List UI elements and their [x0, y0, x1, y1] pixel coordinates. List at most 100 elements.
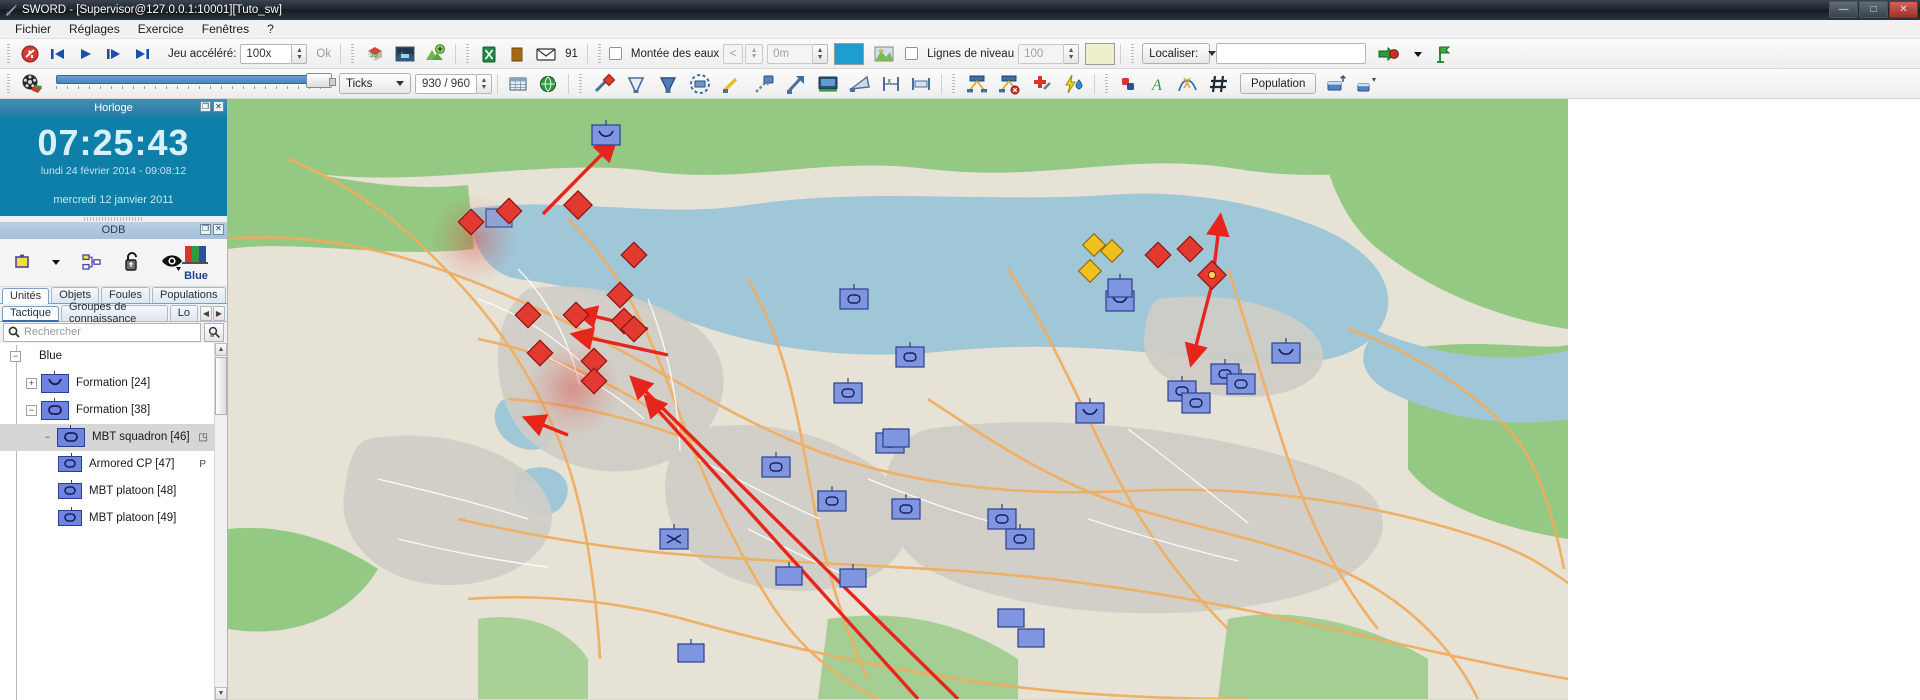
tree-item-armored-cp-47[interactable]: Armored CP [47] P — [0, 451, 214, 478]
tree-item-formation-38[interactable]: − Formation [38] — [0, 397, 214, 424]
unit-group-icon[interactable] — [962, 72, 992, 96]
maximize-button[interactable]: □ — [1859, 1, 1888, 18]
toolbar-grip-5[interactable] — [1130, 44, 1136, 64]
film-reel-icon[interactable] — [17, 72, 49, 96]
toolbar-grip-4[interactable] — [597, 44, 603, 64]
clock-panel-close-button[interactable]: ✕ — [213, 101, 224, 112]
play-icon[interactable] — [73, 42, 99, 66]
layer-up-icon[interactable] — [1322, 72, 1350, 96]
book-icon[interactable] — [504, 42, 530, 66]
tick-value[interactable]: 930 / 960 — [415, 74, 477, 94]
screen-display-icon[interactable] — [813, 72, 843, 96]
menu-fenetres[interactable]: Fenêtres — [193, 20, 258, 38]
tree-item-mbt-squadron-46[interactable]: − MBT squadron [46] ◳ — [0, 424, 214, 451]
filter-yellow-icon[interactable] — [9, 250, 35, 274]
radar-cone-icon[interactable] — [845, 72, 875, 96]
menu-reglages[interactable]: Réglages — [60, 20, 129, 38]
tick-spinbox[interactable]: 930 / 960 ▲▼ — [415, 74, 492, 94]
speed-spinbox[interactable]: 100x ▲▼ — [240, 44, 307, 64]
direct-fire-icon[interactable] — [589, 72, 619, 96]
contour-stepper[interactable]: ▲▼ — [1064, 44, 1079, 64]
replay-grip-3[interactable] — [951, 74, 957, 94]
move-arrow-icon[interactable] — [781, 72, 811, 96]
lock-open-icon[interactable] — [119, 250, 145, 274]
ok-button[interactable]: Ok — [316, 48, 331, 60]
replay-grip[interactable] — [6, 74, 12, 94]
photo-view-icon[interactable] — [391, 42, 419, 66]
replay-mode-dropdown[interactable]: Ticks — [339, 73, 411, 94]
replay-slider[interactable] — [56, 75, 321, 92]
water-level-stepper[interactable]: ▲▼ — [813, 44, 828, 64]
locate-dropdown[interactable]: Localiser: — [1142, 43, 1210, 64]
tree-item-mbt-platoon-49[interactable]: MBT platoon [49] — [0, 505, 214, 532]
measure-width-icon[interactable]: x — [877, 72, 905, 96]
replay-slider-handle[interactable] — [306, 73, 332, 88]
contour-color-swatch[interactable] — [1085, 43, 1115, 65]
report-flag-icon[interactable] — [749, 72, 779, 96]
unit-tree[interactable]: − Blue + Formation [24] − — [0, 343, 227, 700]
menu-fichier[interactable]: Fichier — [6, 20, 60, 38]
replay-slider-track[interactable] — [56, 75, 321, 84]
toolbar-grip[interactable] — [6, 44, 12, 64]
subtab-lo[interactable]: Lo — [170, 305, 198, 321]
locate-input[interactable] — [1216, 43, 1366, 64]
replay-grip-2[interactable] — [578, 74, 584, 94]
tab-populations[interactable]: Populations — [152, 287, 226, 303]
tick-stepper[interactable]: ▲▼ — [477, 74, 492, 94]
engineer-tool-icon[interactable] — [717, 72, 747, 96]
menu-help[interactable]: ? — [258, 20, 283, 38]
curve-tool-icon[interactable] — [1173, 72, 1203, 96]
power-water-icon[interactable] — [1058, 72, 1088, 96]
population-button[interactable]: Population — [1240, 73, 1316, 94]
contour-lines-checkbox[interactable]: Lignes de niveau — [905, 47, 1018, 60]
water-compare-button[interactable]: < — [723, 44, 743, 64]
tree-toggle-blue[interactable]: − — [10, 351, 21, 362]
water-rise-checkbox[interactable]: Montée des eaux — [609, 47, 723, 60]
save-disk-icon[interactable] — [907, 72, 935, 96]
skip-back-icon[interactable] — [45, 42, 71, 66]
layer-down-icon[interactable] — [1352, 72, 1380, 96]
odb-panel-close-button[interactable]: ✕ — [213, 224, 224, 235]
skip-forward-icon[interactable] — [129, 42, 155, 66]
tab-unites[interactable]: Unités — [2, 288, 49, 304]
dropdown-caret-icon[interactable] — [1406, 42, 1430, 66]
water-level-value[interactable]: 0m — [767, 44, 813, 64]
mail-icon[interactable] — [532, 42, 560, 66]
tree-item-mbt-platoon-48[interactable]: MBT platoon [48] — [0, 478, 214, 505]
medical-wrench-icon[interactable] — [1026, 72, 1056, 96]
search-filter-icon[interactable] — [204, 323, 224, 342]
water-rise-checkbox-box[interactable] — [609, 47, 622, 60]
speed-stepper[interactable]: ▲▼ — [292, 44, 307, 64]
speed-value[interactable]: 100x — [240, 44, 292, 64]
odb-team-blue[interactable]: Blue — [179, 243, 213, 282]
subtab-prev-button[interactable]: ◀ — [200, 306, 212, 321]
tactical-map[interactable] — [228, 99, 1920, 700]
close-button[interactable]: ✕ — [1889, 1, 1918, 18]
excel-export-icon[interactable] — [476, 42, 502, 66]
tree-scroll-down-button[interactable]: ▼ — [215, 687, 227, 700]
replay-grip-4[interactable] — [1104, 74, 1110, 94]
subtab-next-button[interactable]: ▶ — [213, 306, 225, 321]
surround-unit-icon[interactable] — [685, 72, 715, 96]
minimize-button[interactable]: — — [1829, 1, 1858, 18]
tree-toggle-formation-38[interactable]: − — [26, 405, 37, 416]
subtab-groupes-connaissance[interactable]: Groupes de connaissance — [61, 305, 168, 321]
tree-toggle-mbt-squadron[interactable]: − — [42, 432, 53, 443]
water-updown-stepper[interactable]: ▲▼ — [745, 44, 763, 64]
menu-exercice[interactable]: Exercice — [129, 20, 193, 38]
terrain-profile-icon[interactable] — [870, 42, 898, 66]
toolbar-grip-3[interactable] — [465, 44, 471, 64]
text-label-icon[interactable]: A — [1145, 72, 1171, 96]
indirect-fire-cone-icon[interactable] — [621, 72, 651, 96]
flag-icon[interactable] — [1432, 42, 1456, 66]
observation-cone-icon[interactable] — [653, 72, 683, 96]
odb-panel-restore-button[interactable]: ❐ — [200, 224, 211, 235]
contour-value[interactable]: 100 — [1018, 44, 1064, 64]
toolbar-grip-2[interactable] — [350, 44, 356, 64]
tree-item-formation-24[interactable]: + Formation [24] — [0, 370, 214, 397]
hierarchy-icon[interactable] — [77, 250, 107, 274]
tree-toggle-formation-24[interactable]: + — [26, 378, 37, 389]
contour-value-spinbox[interactable]: 100 ▲▼ — [1018, 44, 1079, 64]
step-forward-icon[interactable] — [101, 42, 127, 66]
globe-refresh-icon[interactable] — [534, 72, 562, 96]
